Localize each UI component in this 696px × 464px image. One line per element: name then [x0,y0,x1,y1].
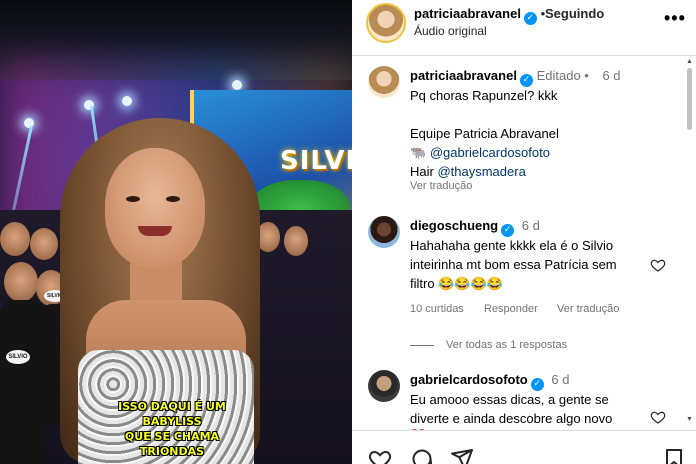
caption-line-prefix: Hair [410,164,438,179]
author-username-text[interactable]: patriciaabravanel [414,6,521,21]
author-username[interactable]: patriciaabravanel ✓ • [414,6,545,25]
stage-light [122,96,132,106]
stage-sign: SILVIO [280,146,352,176]
share-send-icon[interactable] [450,447,474,464]
post-side-panel: patriciaabravanel ✓ • Seguindo Áudio orig… [352,0,696,464]
bull-emoji-icon: 🐃 [410,145,427,160]
audience-member [284,226,308,256]
verified-badge-icon: ✓ [523,12,537,25]
video-caption-line: QUE SE CHAMA TRIONDAS [124,430,220,458]
video-caption-line: ISSO DAQUI É UM BABYLISS [118,400,226,428]
commenter-avatar[interactable] [368,216,400,248]
audience-member [4,262,38,302]
audience-member [0,222,30,256]
comment-bubble-icon[interactable] [410,447,434,464]
stage-light [232,80,242,90]
caption-author-username-text[interactable]: patriciaabravanel [410,68,517,83]
caption-line: 🐃 @gabrielcardosofoto [410,143,550,162]
see-translation-link[interactable]: Ver tradução [557,303,619,315]
post-actions-bar [352,430,696,464]
presenter-eye [126,196,140,202]
commenter-avatar[interactable] [368,370,400,402]
like-heart-icon[interactable] [650,257,666,273]
scroll-down-arrow-icon[interactable]: ▼ [686,416,693,423]
commenter-username-text[interactable]: diegoschueng [410,218,498,233]
presenter-mouth [138,226,172,236]
following-button[interactable]: Seguindo [545,6,604,21]
see-translation-link[interactable]: Ver tradução [410,180,472,192]
caption-line: Hair @thaysmadera [410,162,526,181]
like-heart-icon[interactable] [368,447,392,464]
reply-link[interactable]: Responder [484,303,538,315]
presenter-face [105,148,205,268]
instagram-post-view: SILVIO SILVIO SILVIO ISSO DAQUI É UM BAB… [0,0,696,464]
replies-divider [410,345,434,346]
commenter-username[interactable]: diegoschueng ✓ 6 d [410,218,540,237]
commenter-username[interactable]: gabrielcardosofoto ✓ 6 d [410,372,569,391]
video-caption: ISSO DAQUI É UM BABYLISS QUE SE CHAMA TR… [92,399,252,459]
edited-label: Editado • [536,68,593,83]
audience-member [30,228,58,260]
more-options-icon[interactable]: ••• [664,8,686,29]
scroll-up-arrow-icon[interactable]: ▲ [686,58,693,65]
presenter-eye [166,196,180,202]
mention-link[interactable]: @gabrielcardosofoto [430,145,550,160]
comment-timestamp: 6 d [521,218,540,233]
scroll-thumb[interactable] [687,68,692,130]
like-count[interactable]: 10 curtidas [410,303,464,315]
caption-line: Pq choras Rapunzel? kkk [410,88,558,103]
save-bookmark-icon[interactable] [662,447,686,464]
comment-line: inteirinha mt bom essa Patrícia sem [410,257,617,272]
author-avatar[interactable] [366,3,406,43]
comment-line: Eu amooo essas dicas, a gente se [410,392,609,407]
audio-link[interactable]: Áudio original [414,24,487,38]
like-heart-icon[interactable] [650,409,666,425]
caption-line: Equipe Patricia Abravanel [410,126,559,141]
view-replies-link[interactable]: Ver todas as 1 respostas [446,339,567,351]
name-badge: SILVIO [6,350,30,364]
caption-author-avatar[interactable] [368,66,400,98]
commenter-username-text[interactable]: gabrielcardosofoto [410,372,528,387]
mention-link[interactable]: @thaysmadera [437,164,525,179]
caption-timestamp: 6 d [602,68,621,83]
comment-timestamp: 6 d [551,372,570,387]
comments-scrollbar[interactable]: ▲ ▼ [684,58,694,428]
caption-author-username[interactable]: patriciaabravanel ✓ Editado • 6 d [410,68,621,87]
post-header: patriciaabravanel ✓ • Seguindo Áudio orig… [352,0,696,56]
comment-line: Hahahaha gente kkkk ela é o Silvio [410,238,614,253]
comment-line: filtro 😂😂😂😂 [410,276,503,291]
reel-video[interactable]: SILVIO SILVIO SILVIO ISSO DAQUI É UM BAB… [0,0,352,464]
